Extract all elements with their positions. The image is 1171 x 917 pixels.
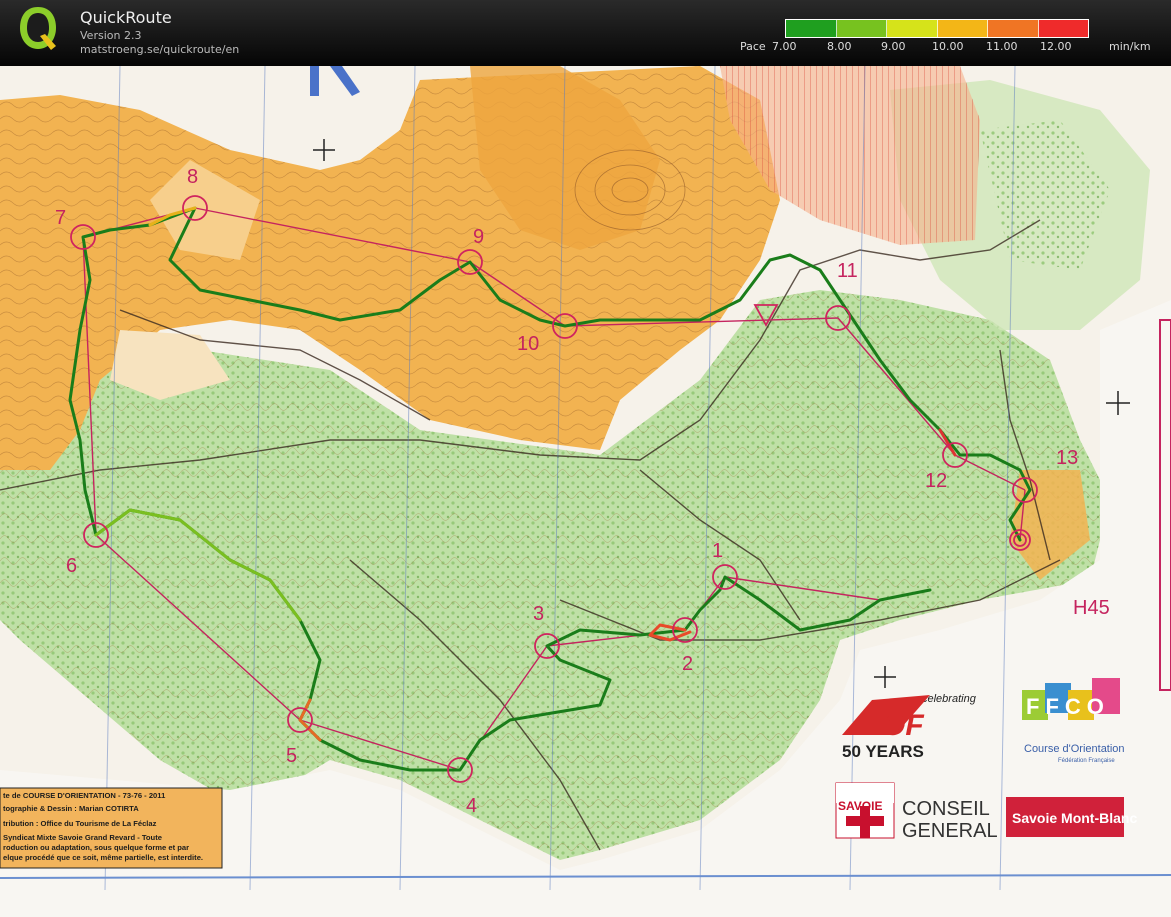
orienteering-map[interactable]: 1 2 3 4 5 6 7 8 9 10 11 12 13 H45 te de … (0, 66, 1171, 917)
pace-tick: 8.00 (827, 40, 852, 53)
savoie-line2: GENERAL (902, 820, 998, 842)
app-url[interactable]: matstroeng.se/quickroute/en (80, 43, 239, 56)
pace-unit: min/km (1109, 40, 1151, 53)
credits-line: Syndicat Mixte Savoie Grand Revard - Tou… (3, 833, 162, 842)
pace-segment (1038, 20, 1088, 37)
pace-segment (887, 20, 938, 37)
savoie-label: SAVOIE (838, 799, 882, 813)
of50-years: 50 YEARS (842, 742, 924, 761)
control-number: 12 (925, 470, 947, 492)
pace-segment (836, 20, 887, 37)
of50-mark: OF (882, 709, 924, 742)
pace-label: Pace (740, 40, 766, 53)
control-number: 9 (473, 226, 484, 248)
ffco-sub: Fédération Française (1058, 758, 1115, 764)
credits-line: tographie & Dessin : Marian COTIRTA (3, 804, 139, 813)
pace-tick: 10.00 (932, 40, 964, 53)
credits-line: elque procédé que ce soit, même partiell… (3, 853, 203, 862)
credits-line: roduction ou adaptation, sous quelque fo… (3, 843, 189, 852)
pace-segment (988, 20, 1039, 37)
control-number: 3 (533, 603, 544, 625)
quickroute-logo-icon (20, 7, 56, 50)
pace-tick: 7.00 (772, 40, 797, 53)
control-number: 5 (286, 745, 297, 767)
course-class-label: H45 (1073, 597, 1110, 619)
pace-segment (937, 20, 988, 37)
control-number: 10 (517, 333, 539, 355)
app-version: Version 2.3 (80, 29, 142, 42)
control-number: 7 (55, 207, 66, 229)
smb-label: Savoie Mont-Blanc (1012, 810, 1137, 826)
savoie-line1: CONSEIL (902, 798, 990, 820)
control-number: 6 (66, 555, 77, 577)
pace-segment (786, 20, 837, 37)
credits-line: tribution : Office du Tourisme de La Féc… (3, 819, 157, 828)
pace-tick: 12.00 (1040, 40, 1072, 53)
control-number: 2 (682, 653, 693, 675)
pace-tick: 9.00 (881, 40, 906, 53)
app-title: QuickRoute (80, 8, 172, 27)
control-number: 11 (837, 260, 858, 282)
control-number: 1 (712, 540, 723, 562)
pace-tick: 11.00 (986, 40, 1018, 53)
ffco-name: Course d'Orientation (1024, 743, 1125, 755)
control-number: 8 (187, 166, 198, 188)
control-number: 4 (466, 795, 477, 817)
credits-box: te de COURSE D'ORIENTATION - 73-76 - 201… (0, 787, 223, 869)
pace-color-scale (785, 19, 1089, 38)
ffco-mark: FFCO (1026, 694, 1110, 719)
credits-line: te de COURSE D'ORIENTATION - 73-76 - 201… (3, 791, 166, 800)
app-header: QuickRoute Version 2.3 matstroeng.se/qui… (0, 0, 1171, 66)
of50-top: celebrating (922, 693, 977, 705)
savoie-mont-blanc-logo: Savoie Mont-Blanc (1006, 797, 1137, 837)
control-number: 13 (1056, 447, 1078, 469)
